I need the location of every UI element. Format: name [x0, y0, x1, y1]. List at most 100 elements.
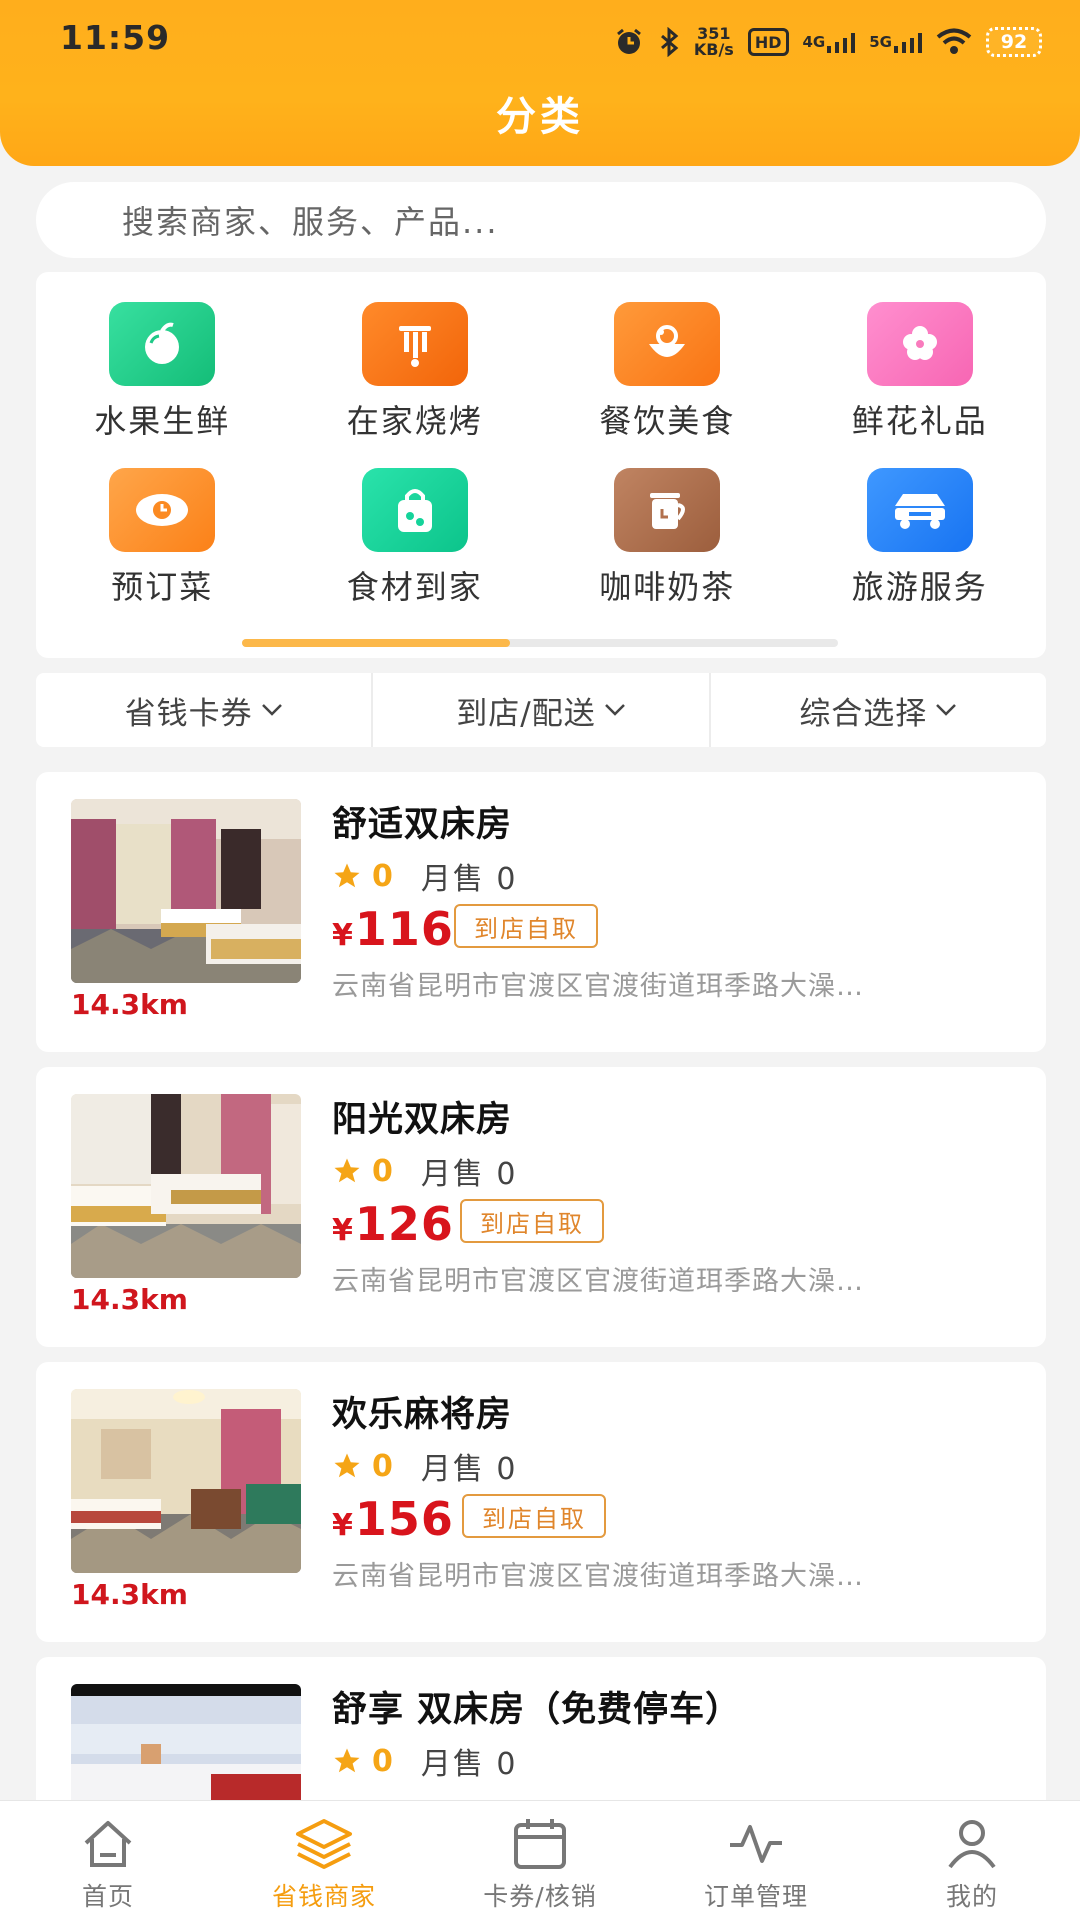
price: ¥ 126 — [332, 1197, 454, 1251]
rating-row: 0 月售 0 — [332, 1739, 518, 1783]
category-label: 食材到家 — [346, 568, 483, 606]
rating-value: 0 — [372, 1153, 393, 1189]
room-photo — [71, 1094, 301, 1278]
net-speed-unit: KB/s — [693, 40, 734, 59]
price: ¥ 156 — [332, 1492, 454, 1546]
category-scroll-track[interactable] — [242, 639, 838, 647]
filter-label: 省钱卡券 — [124, 695, 253, 732]
rating-value: 0 — [372, 1743, 393, 1779]
status-bar: 11:59 351 KB/s HD 4G 5G 92 — [0, 0, 1080, 80]
address: 云南省昆明市官渡区官渡街道珥季路大澡… — [332, 971, 864, 1002]
category-travel[interactable]: 旅游服务 — [794, 468, 1047, 608]
category-label: 餐饮美食 — [599, 402, 736, 440]
page-title: 分类 — [496, 94, 584, 140]
distance: 14.3km — [71, 988, 188, 1021]
filter-label: 到店/配送 — [456, 695, 596, 732]
chevron-down-icon — [604, 704, 625, 716]
filter-delivery[interactable]: 到店/配送 — [371, 673, 708, 747]
pickup-tag: 到店自取 — [454, 904, 598, 948]
category-label: 预订菜 — [111, 568, 214, 606]
bluetooth-icon — [658, 27, 680, 57]
rating-value: 0 — [372, 858, 393, 894]
category-label: 旅游服务 — [851, 568, 988, 606]
product-title: 舒适双床房 — [332, 805, 513, 845]
room-photo — [71, 799, 301, 983]
distance: 14.3km — [71, 1578, 188, 1611]
net-speed: 351 KB/s — [694, 26, 734, 58]
category-reserve-dish[interactable]: 预订菜 — [36, 468, 289, 608]
coffee-icon — [614, 468, 721, 552]
filter-sort[interactable]: 综合选择 — [708, 673, 1046, 747]
category-label: 鲜花礼品 — [851, 402, 988, 440]
status-time: 11:59 — [60, 18, 171, 57]
category-label: 咖啡奶茶 — [599, 568, 736, 606]
nav-label: 订单管理 — [703, 1882, 808, 1911]
category-panel: 水果生鲜 在家烧烤 餐饮美食 鲜花礼品 预订菜 食材到家 咖啡奶茶 旅游服务 — [36, 272, 1046, 658]
signal-5g: 5G — [869, 31, 922, 53]
filter-coupons[interactable]: 省钱卡券 — [36, 673, 371, 747]
home-icon — [84, 1821, 132, 1867]
nav-orders[interactable]: 订单管理 — [648, 1801, 864, 1920]
star-icon — [334, 1158, 360, 1183]
search-input[interactable]: 搜索商家、服务、产品... — [36, 182, 1046, 258]
product-title: 舒享 双床房（免费停车） — [332, 1690, 742, 1730]
monthly-sales: 月售 0 — [420, 1157, 518, 1192]
header-bar: 11:59 351 KB/s HD 4G 5G 92 分类 — [0, 0, 1080, 166]
price-amount: 116 — [354, 902, 454, 956]
price: ¥ 116 — [332, 902, 454, 956]
activity-icon — [730, 1825, 782, 1863]
nav-label: 卡券/核销 — [483, 1882, 597, 1911]
rating-row: 0 月售 0 — [332, 1149, 518, 1193]
star-icon — [334, 1453, 360, 1478]
layers-icon — [296, 1819, 352, 1869]
fruit-icon — [109, 302, 216, 386]
category-dining[interactable]: 餐饮美食 — [541, 302, 794, 442]
category-grocery[interactable]: 食材到家 — [289, 468, 542, 608]
filter-bar: 省钱卡券 到店/配送 综合选择 — [36, 673, 1046, 747]
filter-label: 综合选择 — [799, 695, 928, 732]
address: 云南省昆明市官渡区官渡街道珥季路大澡… — [332, 1561, 864, 1592]
price-amount: 156 — [354, 1492, 454, 1546]
calendar-icon — [514, 1819, 566, 1869]
product-card[interactable]: 14.3km 欢乐麻将房 0 月售 0 ¥ 156 到店自取 云南省昆明市官渡区… — [36, 1362, 1046, 1642]
nav-profile[interactable]: 我的 — [864, 1801, 1080, 1920]
category-label: 水果生鲜 — [94, 402, 231, 440]
alarm-icon — [614, 27, 644, 57]
signal-5g-label: 5G — [869, 33, 892, 51]
product-card[interactable]: 14.3km 阳光双床房 0 月售 0 ¥ 126 到店自取 云南省昆明市官渡区… — [36, 1067, 1046, 1347]
category-bbq[interactable]: 在家烧烤 — [289, 302, 542, 442]
category-fruit[interactable]: 水果生鲜 — [36, 302, 289, 442]
battery-icon: 92 — [986, 27, 1042, 57]
pickup-tag: 到店自取 — [460, 1199, 604, 1243]
category-grid: 水果生鲜 在家烧烤 餐饮美食 鲜花礼品 预订菜 食材到家 咖啡奶茶 旅游服务 — [36, 302, 1046, 608]
category-flower[interactable]: 鲜花礼品 — [794, 302, 1047, 442]
monthly-sales: 月售 0 — [420, 1452, 518, 1487]
nav-merchants[interactable]: 省钱商家 — [216, 1801, 432, 1920]
signal-4g: 4G — [803, 31, 856, 53]
star-icon — [334, 1748, 360, 1773]
rating-row: 0 月售 0 — [332, 1444, 518, 1488]
monthly-sales: 月售 0 — [420, 1747, 518, 1782]
star-icon — [334, 863, 360, 888]
chevron-down-icon — [261, 704, 282, 716]
chevron-down-icon — [936, 704, 957, 716]
nav-label: 省钱商家 — [271, 1882, 376, 1911]
nav-coupons[interactable]: 卡券/核销 — [432, 1801, 648, 1920]
price-amount: 126 — [354, 1197, 454, 1251]
address: 云南省昆明市官渡区官渡街道珥季路大澡… — [332, 1266, 864, 1297]
status-icons: 351 KB/s HD 4G 5G 92 — [614, 22, 1042, 62]
product-title: 阳光双床房 — [332, 1100, 513, 1140]
bottom-nav: 首页 省钱商家 卡券/核销 订单管理 我的 — [0, 1800, 1080, 1920]
nav-home[interactable]: 首页 — [0, 1801, 216, 1920]
nav-label: 我的 — [945, 1882, 998, 1911]
flower-icon — [866, 302, 973, 386]
currency-symbol: ¥ — [332, 918, 353, 953]
product-card[interactable]: 14.3km 舒适双床房 0 月售 0 ¥ 116 到店自取 云南省昆明市官渡区… — [36, 772, 1046, 1052]
category-scroll-thumb[interactable] — [242, 639, 510, 647]
rating-row: 0 月售 0 — [332, 854, 518, 898]
reserve-dish-icon — [109, 468, 216, 552]
grocery-bag-icon — [361, 468, 468, 552]
pickup-tag: 到店自取 — [462, 1494, 606, 1538]
travel-icon — [866, 468, 973, 552]
category-coffee[interactable]: 咖啡奶茶 — [541, 468, 794, 608]
